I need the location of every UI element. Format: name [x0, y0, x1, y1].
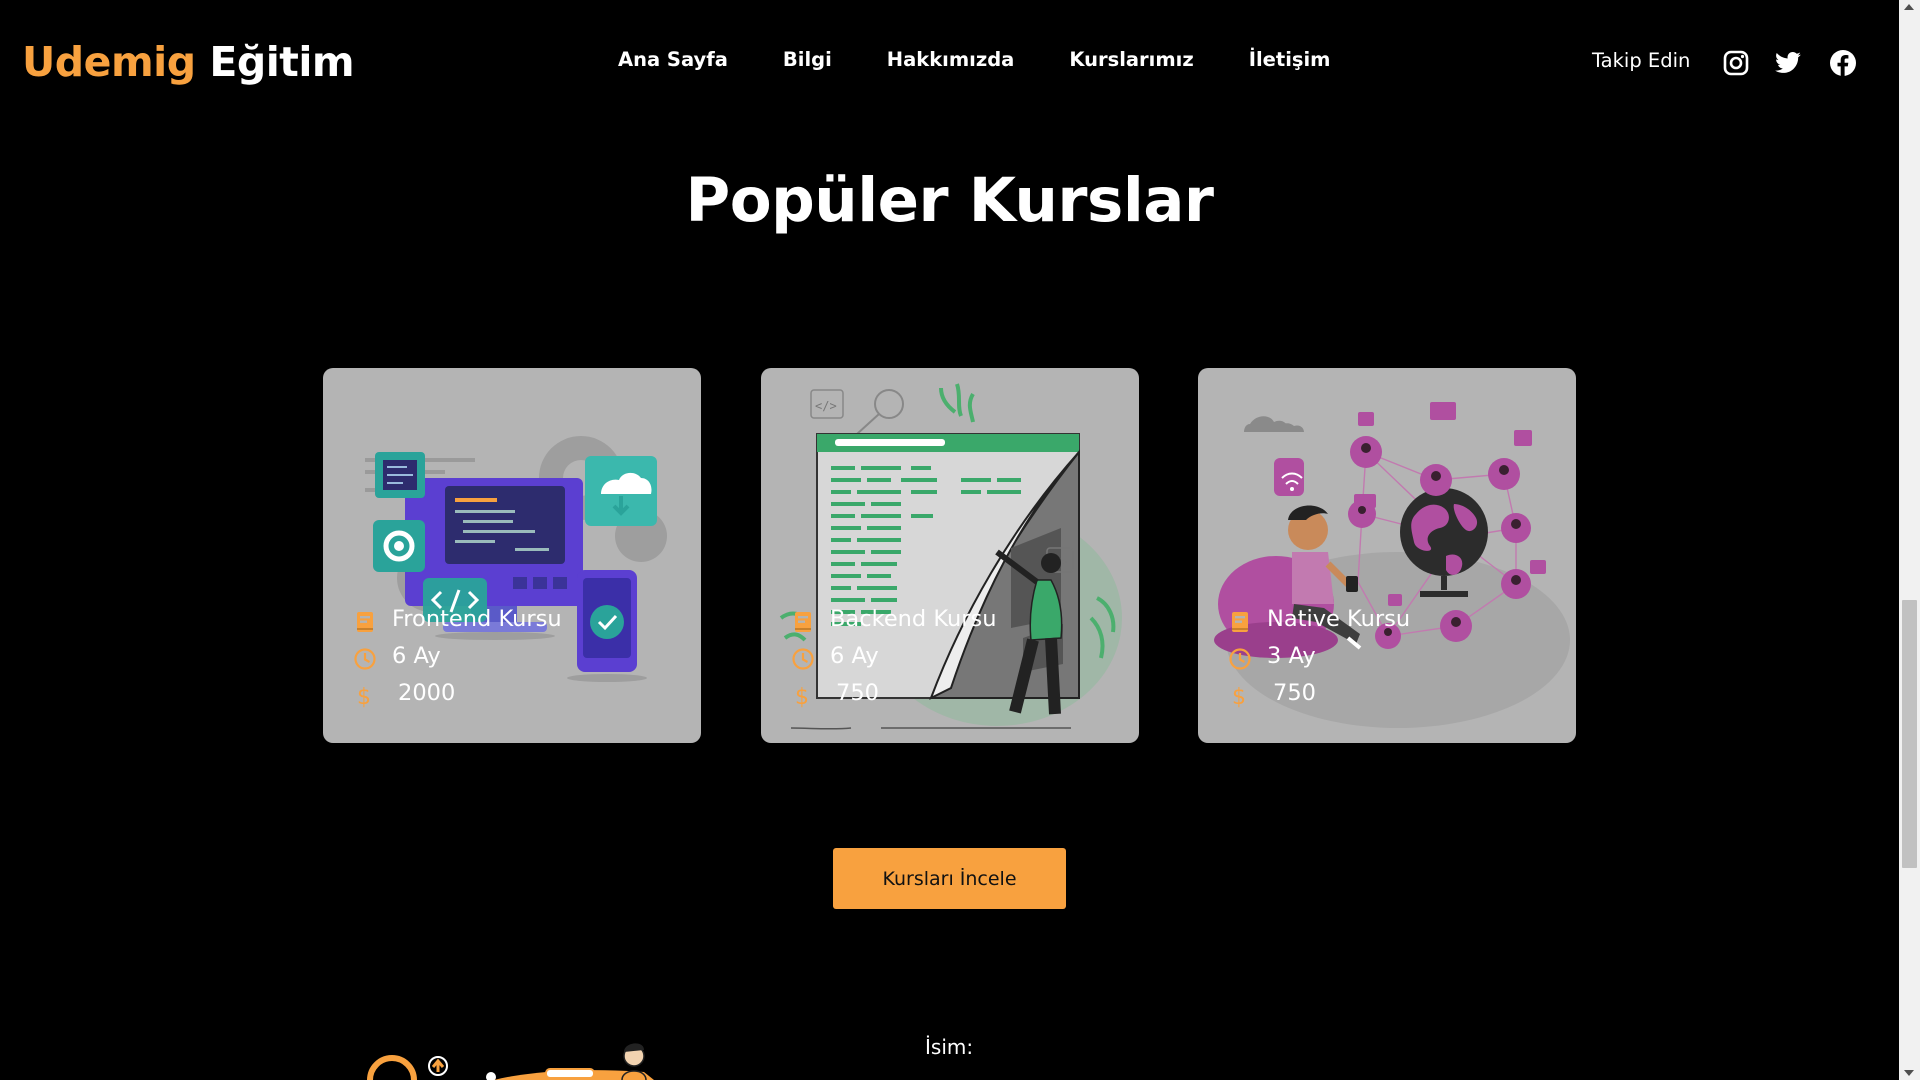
name-field-label: İsim:: [925, 1035, 974, 1059]
page: Udemig Eğitim Ana Sayfa Bilgi Hakkımızda…: [0, 0, 1899, 1080]
course-card-native[interactable]: Native Kursu 3 Ay $ 750: [1198, 368, 1576, 743]
course-card-frontend[interactable]: Frontend Kursu 6 Ay $ 2000: [323, 368, 701, 743]
nav-link-bilgi[interactable]: Bilgi: [783, 48, 832, 71]
course-info: Backend Kursu 6 Ay $ 750: [791, 604, 1111, 715]
svg-text:</>: </>: [815, 399, 837, 413]
nav-link-ana-sayfa[interactable]: Ana Sayfa: [618, 48, 728, 71]
instagram-icon[interactable]: [1722, 49, 1750, 77]
course-price-row: $ 750: [791, 678, 1111, 715]
twitter-icon[interactable]: [1774, 49, 1802, 77]
course-name: Frontend Kursu: [392, 606, 562, 632]
course-info: Frontend Kursu 6 Ay $ 2000: [353, 604, 673, 715]
course-price-row: $ 2000: [353, 678, 673, 715]
section-title: Popüler Kurslar: [685, 165, 1214, 236]
clock-icon: [353, 647, 377, 671]
view-courses-button[interactable]: Kursları İncele: [833, 848, 1066, 909]
svg-text:$: $: [795, 685, 809, 708]
course-duration-row: 6 Ay: [353, 641, 673, 678]
svg-text:$: $: [1232, 685, 1246, 708]
contact-illustration: [367, 1043, 654, 1080]
scroll-up-arrow-icon[interactable]: [1904, 4, 1914, 10]
course-duration: 3 Ay: [1267, 643, 1316, 669]
course-name-row: Backend Kursu: [791, 604, 1111, 641]
course-name-row: Frontend Kursu: [353, 604, 673, 641]
course-card-backend[interactable]: </> Backend Kursu 6 Ay $ 750: [761, 368, 1139, 743]
course-name-row: Native Kursu: [1228, 604, 1548, 641]
book-icon: [353, 610, 377, 634]
dollar-icon: $: [1228, 684, 1252, 708]
course-price-row: $ 750: [1228, 678, 1548, 715]
course-price: 750: [836, 680, 879, 706]
logo-suffix: Eğitim: [209, 38, 355, 86]
scrollbar-thumb[interactable]: [1902, 600, 1917, 868]
course-price: 2000: [398, 680, 456, 706]
scroll-down-arrow-icon[interactable]: [1904, 1070, 1914, 1076]
logo-brand: Udemig: [22, 38, 196, 86]
clock-icon: [791, 647, 815, 671]
nav-link-hakkimizda[interactable]: Hakkımızda: [887, 48, 1015, 71]
logo[interactable]: Udemig Eğitim: [22, 38, 355, 86]
course-info: Native Kursu 3 Ay $ 750: [1228, 604, 1548, 715]
facebook-icon[interactable]: [1829, 49, 1857, 77]
main-nav: Ana Sayfa Bilgi Hakkımızda Kurslarımız İ…: [618, 48, 1386, 71]
clock-icon: [1228, 647, 1252, 671]
follow-label: Takip Edin: [1592, 49, 1691, 72]
course-duration-row: 6 Ay: [791, 641, 1111, 678]
book-icon: [791, 610, 815, 634]
nav-link-kurslarimiz[interactable]: Kurslarımız: [1069, 48, 1193, 71]
site-header: Udemig Eğitim Ana Sayfa Bilgi Hakkımızda…: [0, 0, 1899, 124]
course-duration: 6 Ay: [392, 643, 441, 669]
svg-text:$: $: [357, 685, 371, 708]
course-price: 750: [1273, 680, 1316, 706]
course-duration: 6 Ay: [830, 643, 879, 669]
book-icon: [1228, 610, 1252, 634]
dollar-icon: $: [791, 684, 815, 708]
course-name: Backend Kursu: [830, 606, 997, 632]
course-duration-row: 3 Ay: [1228, 641, 1548, 678]
nav-link-iletisim[interactable]: İletişim: [1249, 48, 1331, 71]
dollar-icon: $: [353, 684, 377, 708]
course-name: Native Kursu: [1267, 606, 1411, 632]
scrollbar[interactable]: [1899, 0, 1920, 1080]
